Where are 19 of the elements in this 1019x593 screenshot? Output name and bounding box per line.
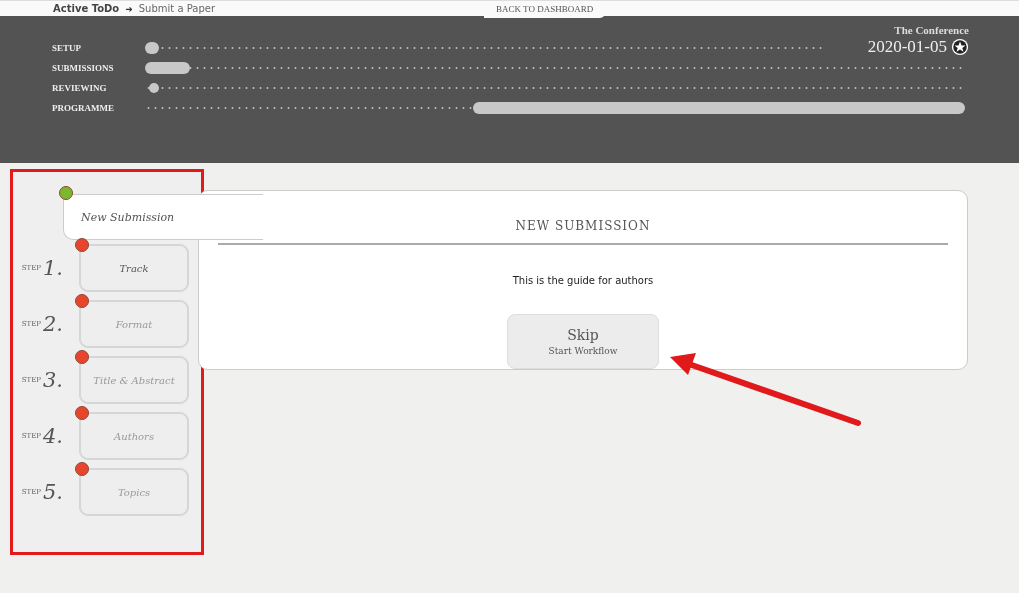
phase-label: SUBMISSIONS (52, 63, 115, 73)
skip-button[interactable]: Skip Start Workflow (507, 314, 659, 369)
star-icon[interactable] (951, 38, 969, 56)
step-number: 4. (43, 424, 65, 448)
phase-label: REVIEWING (52, 83, 108, 93)
wizard-start-tab[interactable]: New Submission (63, 194, 263, 240)
step-number: 5. (43, 480, 65, 504)
conference-name: The Conference (894, 24, 969, 36)
guide-text: This is the guide for authors (512, 275, 654, 286)
step-button[interactable]: Track (79, 244, 189, 292)
phase-label: PROGRAMME (52, 103, 115, 113)
step-number: 1. (43, 256, 65, 280)
conference-date: 2020-01-05 (867, 37, 947, 57)
arrow-icon: ➜ (125, 3, 133, 14)
step-number: 2. (43, 312, 65, 336)
breadcrumb-item[interactable]: Submit a Paper (138, 3, 216, 14)
phase-label: SETUP (52, 43, 82, 53)
breadcrumb-current[interactable]: Active ToDo (53, 3, 120, 14)
step-number: 3. (43, 368, 65, 392)
